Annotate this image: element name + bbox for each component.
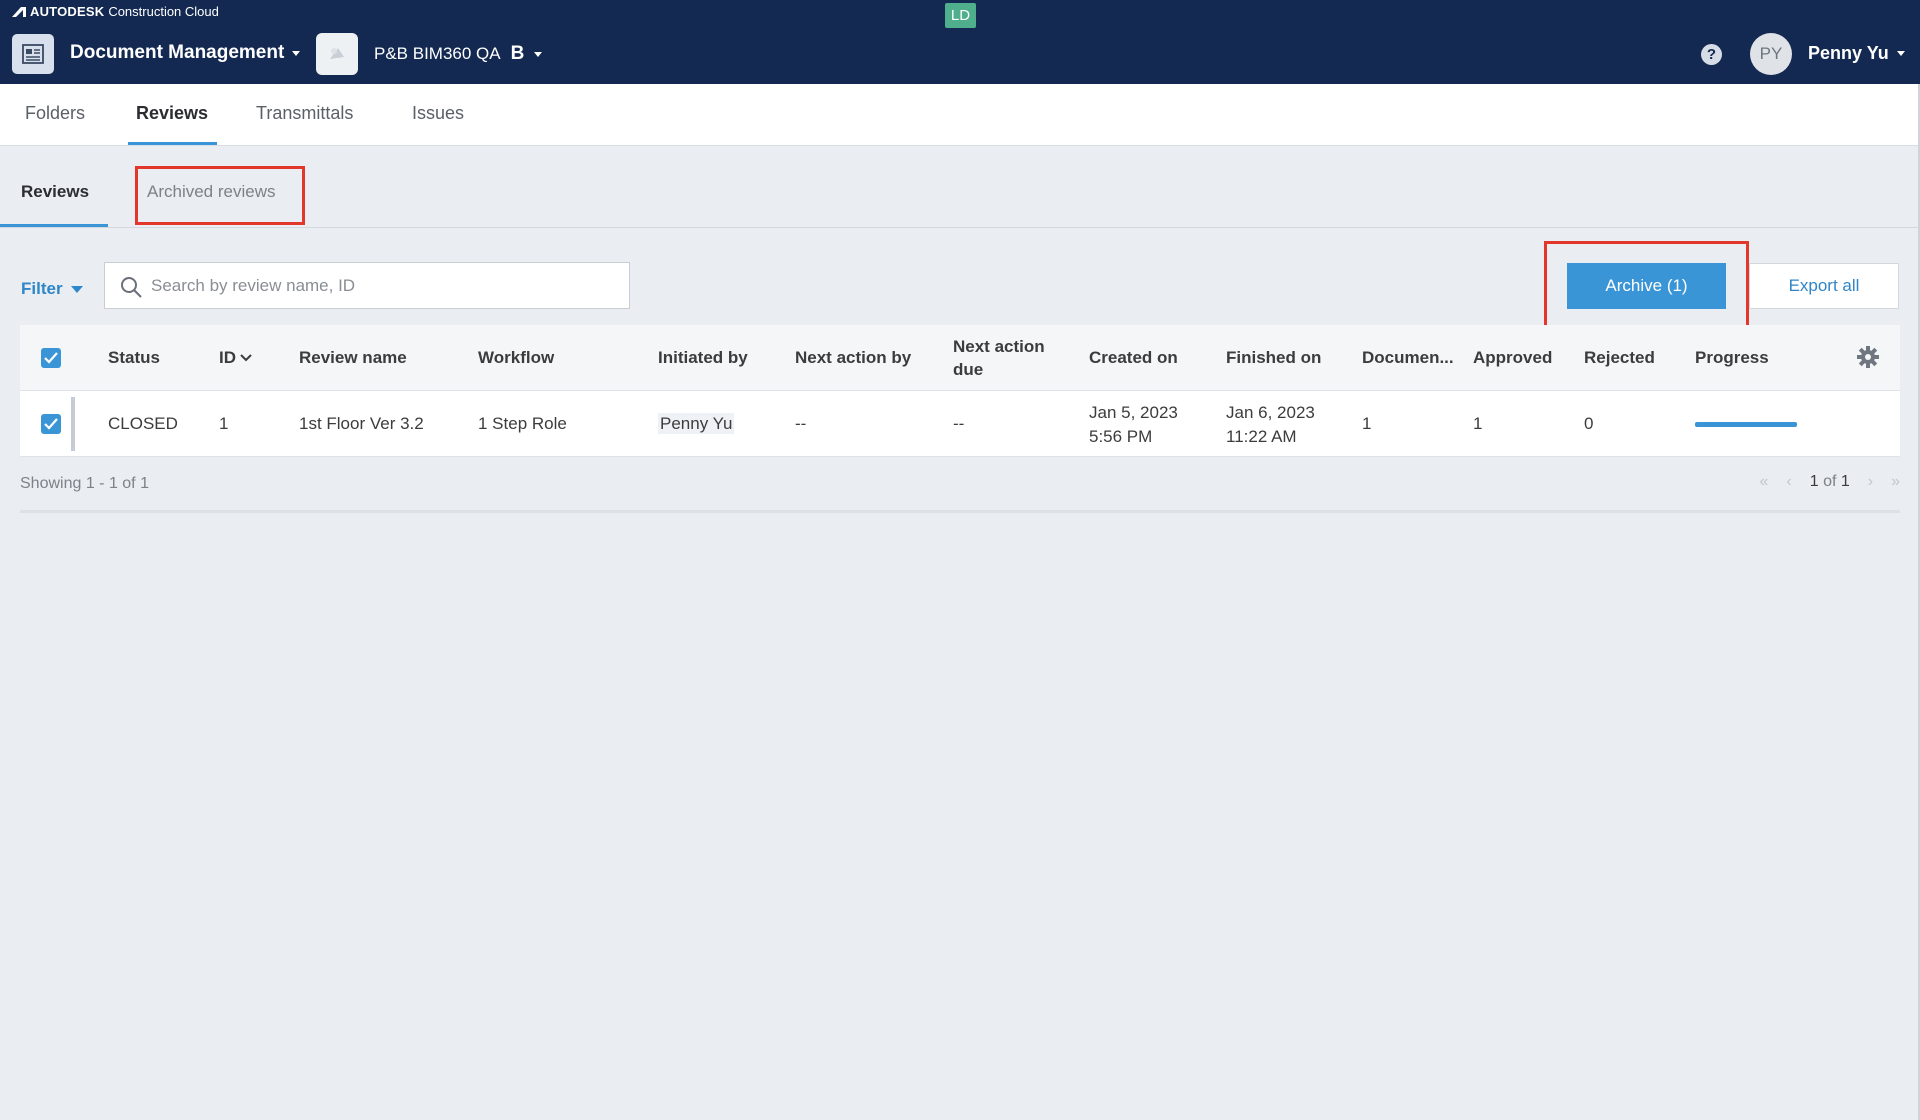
- app-name: Document Management: [70, 42, 285, 63]
- progress-bar: [1695, 422, 1797, 427]
- pagination: « ‹ 1 of 1 › »: [1759, 473, 1900, 491]
- brand-name: AUTODESK: [30, 4, 105, 19]
- search-box: [104, 262, 630, 309]
- project-type-icon: B: [510, 43, 525, 64]
- project-image-icon: [330, 48, 344, 59]
- cell-next-action-due: --: [953, 414, 965, 433]
- created-time: 5:56 PM: [1089, 427, 1153, 446]
- cell-created-on: Jan 5, 2023 5:56 PM: [1089, 401, 1178, 449]
- chevron-down-icon: [292, 50, 301, 56]
- page-indicator: 1 of 1: [1810, 473, 1850, 491]
- cell-status: CLOSED: [108, 414, 178, 433]
- showing-count: Showing 1 - 1 of 1: [20, 475, 149, 492]
- cell-documents[interactable]: 1: [1362, 414, 1371, 434]
- chevron-down-icon: [1896, 51, 1905, 56]
- avatar[interactable]: PY: [1750, 33, 1792, 75]
- cell-workflow: 1 Step Role: [478, 414, 567, 433]
- table-footer: Showing 1 - 1 of 1 « ‹ 1 of 1 › »: [20, 457, 1900, 513]
- subtab-reviews[interactable]: Reviews: [21, 182, 89, 202]
- first-page-icon[interactable]: «: [1759, 473, 1768, 491]
- active-tab-indicator: [128, 142, 217, 145]
- chevron-down-icon: [534, 51, 543, 57]
- cell-finished-on: Jan 6, 2023 11:22 AM: [1226, 401, 1315, 449]
- highlight-box-archived-reviews: [135, 166, 305, 225]
- page-current: 1: [1809, 473, 1819, 490]
- previous-page-icon[interactable]: ‹: [1786, 473, 1791, 491]
- page-total: 1: [1840, 473, 1850, 490]
- checkmark-icon: [44, 352, 58, 364]
- cell-initiated-by[interactable]: Penny Yu: [658, 413, 735, 434]
- cell-approved: 1: [1473, 414, 1483, 433]
- finished-date: Jan 6, 2023: [1226, 403, 1315, 422]
- last-page-icon[interactable]: »: [1891, 473, 1900, 491]
- autodesk-logo-icon: [12, 6, 26, 17]
- filter-label: Filter: [21, 279, 63, 298]
- row-checkbox[interactable]: [41, 414, 61, 434]
- chevron-down-icon: [70, 285, 83, 293]
- tab-reviews[interactable]: Reviews: [136, 103, 208, 124]
- filter-button[interactable]: Filter: [21, 279, 83, 299]
- column-finished-on[interactable]: Finished on: [1226, 348, 1321, 368]
- project-selector[interactable]: P&B BIM360 QA B: [374, 43, 543, 65]
- app-name-dropdown[interactable]: Document Management: [70, 42, 301, 64]
- next-page-icon[interactable]: ›: [1868, 473, 1873, 491]
- table-header: Status ID Review name Workflow Initiated…: [20, 325, 1900, 391]
- user-menu[interactable]: Penny Yu: [1808, 43, 1905, 64]
- search-icon: [121, 277, 142, 298]
- search-input[interactable]: [151, 275, 629, 296]
- column-approved[interactable]: Approved: [1473, 348, 1552, 368]
- column-workflow[interactable]: Workflow: [478, 348, 554, 368]
- column-next-action-due[interactable]: Next action due: [953, 335, 1053, 381]
- tab-folders[interactable]: Folders: [25, 103, 85, 124]
- column-status[interactable]: Status: [108, 348, 160, 368]
- active-subtab-indicator: [0, 224, 108, 227]
- environment-badge: LD: [945, 3, 976, 28]
- cell-id: 1: [219, 414, 229, 433]
- initiator-name: Penny Yu: [658, 413, 735, 434]
- tab-issues[interactable]: Issues: [412, 103, 464, 124]
- document-management-icon: [22, 44, 44, 64]
- created-date: Jan 5, 2023: [1089, 403, 1178, 422]
- cell-rejected: 0: [1584, 414, 1594, 433]
- finished-time: 11:22 AM: [1226, 427, 1297, 446]
- user-name: Penny Yu: [1808, 43, 1889, 63]
- column-rejected[interactable]: Rejected: [1584, 348, 1655, 368]
- table-row[interactable]: CLOSED 1 1st Floor Ver 3.2 1 Step Role P…: [20, 391, 1900, 457]
- checkmark-icon: [44, 418, 58, 430]
- page-of: of: [1823, 473, 1837, 490]
- gear-icon[interactable]: [1856, 345, 1880, 369]
- column-documents[interactable]: Documen...: [1362, 348, 1454, 368]
- help-icon[interactable]: ?: [1701, 44, 1722, 65]
- select-all-checkbox[interactable]: [41, 348, 61, 368]
- cell-next-action-by: --: [795, 414, 807, 433]
- column-id[interactable]: ID: [219, 348, 252, 368]
- column-created-on[interactable]: Created on: [1089, 348, 1178, 368]
- reviews-table: Status ID Review name Workflow Initiated…: [20, 325, 1900, 513]
- column-next-action-by[interactable]: Next action by: [795, 348, 911, 368]
- tab-transmittals[interactable]: Transmittals: [256, 103, 353, 124]
- row-selection-marker: [71, 397, 75, 451]
- column-progress[interactable]: Progress: [1695, 348, 1769, 368]
- primary-tabs: Folders Reviews Transmittals Issues: [0, 84, 1920, 146]
- brand-product: Construction Cloud: [108, 4, 219, 19]
- column-id-label: ID: [219, 348, 236, 367]
- project-name: P&B BIM360 QA: [374, 44, 501, 63]
- export-all-button[interactable]: Export all: [1749, 263, 1899, 309]
- archive-button[interactable]: Archive (1): [1567, 263, 1726, 309]
- project-thumbnail[interactable]: [316, 33, 358, 75]
- app-switcher-button[interactable]: [12, 34, 54, 74]
- cell-review-name[interactable]: 1st Floor Ver 3.2: [299, 414, 424, 434]
- sort-descending-icon: [240, 354, 252, 362]
- autodesk-logo[interactable]: AUTODESK Construction Cloud: [12, 4, 219, 19]
- column-initiated-by[interactable]: Initiated by: [658, 348, 748, 368]
- column-review-name[interactable]: Review name: [299, 348, 407, 368]
- top-header: AUTODESK Construction Cloud LD Document …: [0, 0, 1920, 84]
